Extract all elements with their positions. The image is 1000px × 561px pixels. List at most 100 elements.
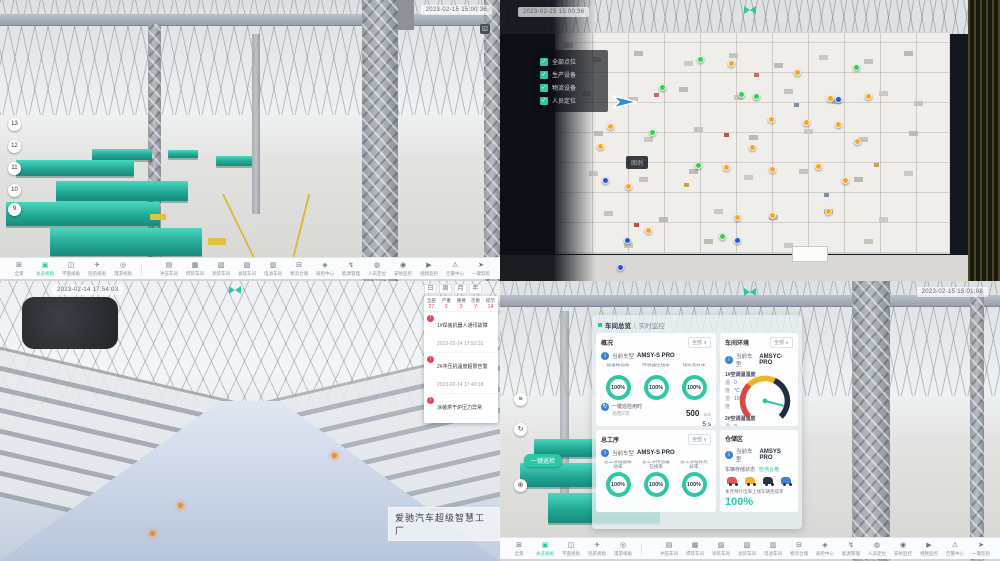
equipment-status-dot[interactable] <box>769 166 776 173</box>
alarm-filter-chip[interactable]: 年 <box>469 284 482 294</box>
equipment-status-dot[interactable] <box>854 138 861 145</box>
toolbar-module-item[interactable]: ▥ 电池车间 <box>760 541 786 557</box>
equipment-status-dot[interactable] <box>835 121 842 128</box>
toolbar-module-item[interactable]: ▨ 总装车间 <box>734 541 760 557</box>
legend-chip[interactable]: 图例 <box>626 156 648 169</box>
toolbar-module-item[interactable]: ◍ 人员定位 <box>864 541 890 557</box>
equipment-status-dot[interactable] <box>607 123 614 130</box>
alarm-filter-chip[interactable]: 周 <box>439 284 452 294</box>
toolbar-module-item[interactable]: ◈ 质检中心 <box>312 261 338 277</box>
equipment-status-dot[interactable] <box>728 60 735 67</box>
checkbox-checked-icon[interactable]: ✓ <box>540 97 548 105</box>
toolbar-module-item[interactable]: ➤ 一键巡检 <box>468 261 494 277</box>
equipment-status-dot[interactable] <box>734 214 741 221</box>
toolbar-module-item[interactable]: ▤ 冲压车间 <box>656 541 682 557</box>
equipment-status-dot[interactable] <box>815 163 822 170</box>
toolbar-module-item[interactable]: ▧ 涂装车间 <box>208 261 234 277</box>
equipment-status-dot[interactable] <box>738 91 745 98</box>
toolbar-module-item[interactable]: ➤ 一键巡检 <box>968 541 994 557</box>
toolbar-view-item[interactable]: ◫ 平面视角 <box>558 541 584 557</box>
toolbar-module-item[interactable]: ▶ 视频监控 <box>916 541 942 557</box>
toolbar-module-item[interactable]: ⊟ 物流仓储 <box>286 261 312 277</box>
checkbox-checked-icon[interactable]: ✓ <box>540 58 548 66</box>
equipment-status-dot[interactable] <box>794 69 801 76</box>
alarm-tab[interactable]: 次要 7 <box>468 297 483 310</box>
toolbar-view-item[interactable]: ⊞ 全景 <box>6 261 32 277</box>
alarm-tab[interactable]: 严重 3 <box>439 297 454 310</box>
equipment-status-dot[interactable] <box>769 212 776 219</box>
equipment-status-dot[interactable] <box>659 84 666 91</box>
alarm-tab[interactable]: 重要 3 <box>454 297 469 310</box>
toolbar-view-item[interactable]: ✈ 巡航视角 <box>84 261 110 277</box>
scene-marker-button[interactable]: 9 <box>8 203 21 216</box>
toolbar-view-item[interactable]: ◫ 平面视角 <box>58 261 84 277</box>
camera-position-arrow[interactable] <box>612 92 638 112</box>
equipment-status-dot[interactable] <box>625 183 632 190</box>
toolbar-module-item[interactable]: ▶ 视频监控 <box>416 261 442 277</box>
equipment-status-dot[interactable] <box>835 96 842 103</box>
scene-marker-button[interactable]: 13 <box>8 118 21 131</box>
toolbar-module-item[interactable]: ▥ 电池车间 <box>260 261 286 277</box>
toolbar-module-item[interactable]: ▤ 冲压车间 <box>156 261 182 277</box>
toolbar-view-item[interactable]: ▣ 总览视角 <box>32 261 58 277</box>
toolbar-module-item[interactable]: ▦ 焊装车间 <box>682 541 708 557</box>
equipment-status-dot[interactable] <box>602 177 609 184</box>
equipment-status-dot[interactable] <box>749 144 756 151</box>
equipment-status-dot[interactable] <box>695 162 702 169</box>
toolbar-module-item[interactable]: ↯ 能源管理 <box>338 261 364 277</box>
equipment-status-dot[interactable] <box>853 64 860 71</box>
toolbar-module-item[interactable]: ⚠ 告警中心 <box>942 541 968 557</box>
alarm-list-item[interactable]: ! 2#冲压机温度超限告警 2023-02-14 17:40:18 <box>424 353 498 394</box>
toolbar-module-item[interactable]: ⊟ 物流仓储 <box>786 541 812 557</box>
equipment-status-dot[interactable] <box>624 237 631 244</box>
equipment-status-dot[interactable] <box>827 95 834 102</box>
legend-row[interactable]: ✓ 物流设备 <box>540 81 602 94</box>
toolbar-view-item[interactable]: ⊞ 全景 <box>506 541 532 557</box>
legend-row[interactable]: ✓ 全部点位 <box>540 55 602 68</box>
toolbar-module-item[interactable]: ↯ 能源管理 <box>838 541 864 557</box>
toolbar-module-item[interactable]: ▦ 焊装车间 <box>182 261 208 277</box>
toolbar-module-item[interactable]: ◍ 人员定位 <box>364 261 390 277</box>
equipment-status-dot[interactable] <box>649 129 656 136</box>
equipment-status-dot[interactable] <box>842 177 849 184</box>
side-tool-button[interactable]: ↻ <box>514 423 527 436</box>
alarm-filter-chip[interactable]: 日 <box>424 284 437 294</box>
toolbar-module-item[interactable]: ◈ 质检中心 <box>812 541 838 557</box>
equipment-status-dot[interactable] <box>723 164 730 171</box>
scene-marker-button[interactable]: 10 <box>8 184 21 197</box>
equipment-status-dot[interactable] <box>753 93 760 100</box>
alarm-list-item[interactable]: ! 1#焊装机器人通讯故障 2023-02-14 17:52:31 <box>424 312 498 353</box>
scene-marker-button[interactable]: 12 <box>8 140 21 153</box>
checkbox-checked-icon[interactable]: ✓ <box>540 84 548 92</box>
legend-row[interactable]: ✓ 生产设备 <box>540 68 602 81</box>
toolbar-view-item[interactable]: ◎ 漫游视角 <box>110 261 136 277</box>
equipment-status-dot[interactable] <box>697 56 704 63</box>
toolbar-view-item[interactable]: ✈ 巡航视角 <box>584 541 610 557</box>
side-tool-button[interactable]: ≡ <box>514 393 527 406</box>
alarm-tab[interactable]: 提示 14 <box>483 297 498 310</box>
card-dropdown[interactable]: 全部 ∨ <box>688 337 711 348</box>
equipment-status-dot[interactable] <box>617 264 624 271</box>
scene-marker-button[interactable]: 11 <box>8 162 21 175</box>
equipment-status-dot[interactable] <box>803 119 810 126</box>
equipment-status-dot[interactable] <box>825 208 832 215</box>
equipment-status-dot[interactable] <box>865 93 872 100</box>
toolbar-module-item[interactable]: ◉ 安防监控 <box>390 261 416 277</box>
toolbar-view-item[interactable]: ◎ 漫游视角 <box>610 541 636 557</box>
legend-row[interactable]: ✓ 人员定位 <box>540 94 602 107</box>
toolbar-view-item[interactable]: ▣ 总览视角 <box>532 541 558 557</box>
card-dropdown[interactable]: 全部 ∨ <box>770 337 793 348</box>
expand-button[interactable]: ◱ <box>480 24 490 34</box>
equipment-status-dot[interactable] <box>768 116 775 123</box>
alarm-list-item[interactable]: ! 涂装烘干炉压力异常 2023-02-14 17:21:46 <box>424 394 498 423</box>
equipment-status-dot[interactable] <box>734 237 741 244</box>
equipment-status-dot[interactable] <box>645 227 652 234</box>
card-dropdown[interactable]: 全部 ∨ <box>688 434 711 445</box>
patrol-button[interactable]: 一键巡检 <box>524 454 562 467</box>
toolbar-module-item[interactable]: ◉ 安防监控 <box>890 541 916 557</box>
alarm-tab[interactable]: 全部 27 <box>424 297 439 310</box>
toolbar-module-item[interactable]: ▨ 总装车间 <box>234 261 260 277</box>
equipment-status-dot[interactable] <box>597 143 604 150</box>
equipment-status-dot[interactable] <box>719 233 726 240</box>
toolbar-module-item[interactable]: ▧ 涂装车间 <box>708 541 734 557</box>
